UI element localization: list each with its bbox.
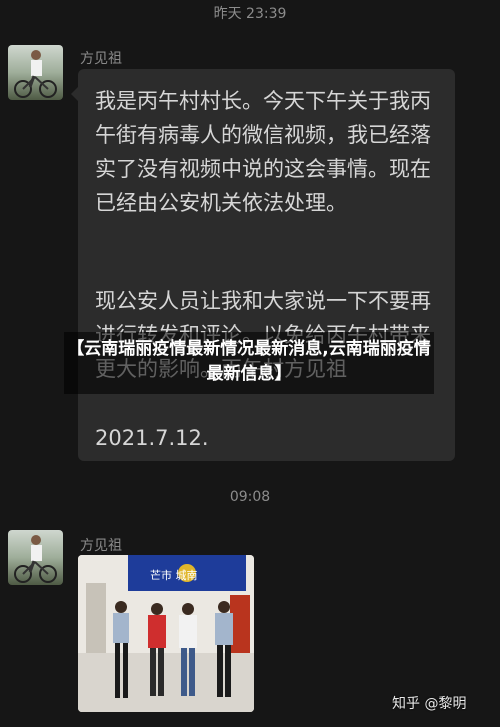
chat-timestamp: 昨天 23:39 — [213, 6, 287, 22]
avatar[interactable] — [8, 45, 63, 100]
svg-text:芒市 城南: 芒市 城南 — [150, 568, 198, 582]
sender-name: 方见祖 — [80, 51, 122, 67]
source-watermark: 知乎 @黎明 — [392, 696, 467, 712]
message-paragraph: 我是丙午村村长。今天下午关于我丙午街有病毒人的微信视频，我已经落实了没有视频中说… — [95, 89, 431, 215]
headline-overlay: 【云南瑞丽疫情最新情况最新消息,云南瑞丽疫情最新信息】 — [64, 332, 434, 394]
chat-timestamp: 09:08 — [229, 489, 271, 505]
message-date: 2021.7.12. — [95, 426, 209, 450]
sender-name: 方见祖 — [80, 538, 122, 554]
message-bubble[interactable]: 我是丙午村村长。今天下午关于我丙午街有病毒人的微信视频，我已经落实了没有视频中说… — [71, 69, 455, 461]
avatar[interactable] — [8, 530, 63, 585]
headline-text: 【云南瑞丽疫情最新情况最新消息,云南瑞丽疫情最新信息】 — [67, 339, 431, 384]
cyclist-avatar-icon — [14, 50, 57, 98]
cyclist-avatar-icon — [14, 535, 57, 583]
photo-message[interactable]: 芒市 城南 — [78, 555, 254, 712]
police-station-photo-icon: 芒市 城南 — [78, 555, 254, 712]
